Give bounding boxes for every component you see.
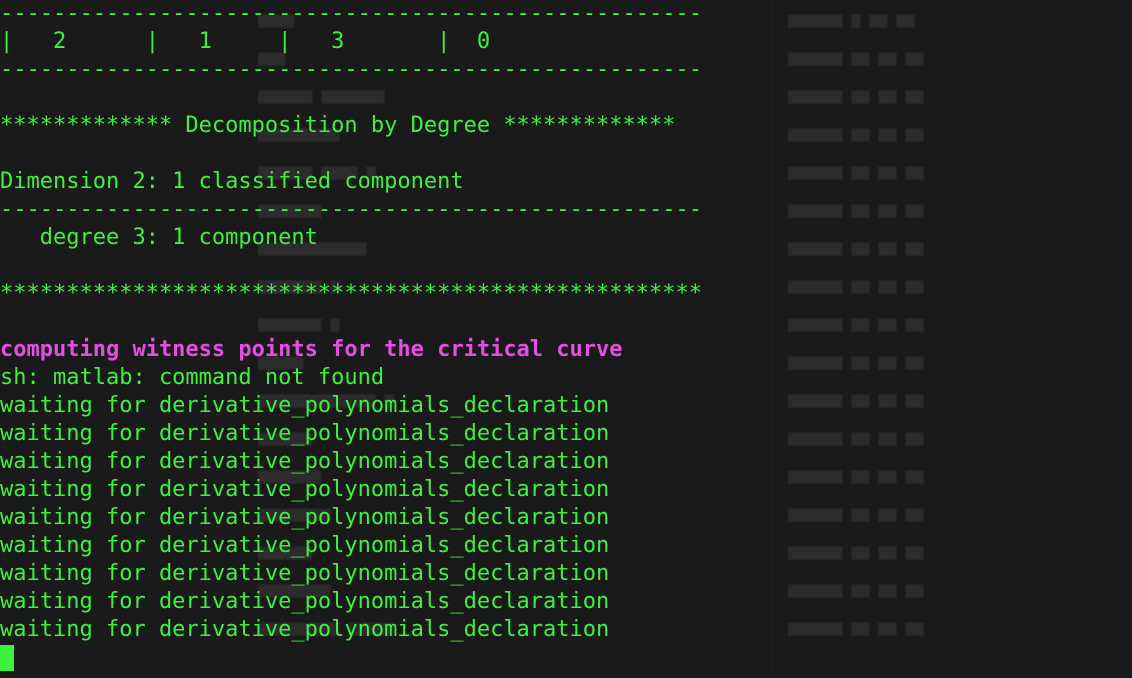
text-cursor[interactable] <box>0 645 14 671</box>
terminal-window[interactable]: ▆▆▆▆ ▆▆▆ ▆▆▆▆▆▆ ▆▆▆▆▆▆▆ ▆▆▆▆▆▆▆▆▆ ▆▆▆▆▆▆ ▆▆▆… <box>0 0 1132 678</box>
waiting-line: waiting for derivative_polynomials_decla… <box>0 561 610 586</box>
asterisk-separator: ****************************************… <box>0 281 702 306</box>
separator-line: ----------------------------------------… <box>0 197 702 222</box>
waiting-line: waiting for derivative_polynomials_decla… <box>0 421 610 446</box>
background-window-divider <box>772 0 773 678</box>
waiting-line: waiting for derivative_polynomials_decla… <box>0 477 610 502</box>
waiting-line: waiting for derivative_polynomials_decla… <box>0 533 610 558</box>
degree-line: degree 3: 1 component <box>0 225 318 250</box>
waiting-line: waiting for derivative_polynomials_decla… <box>0 505 610 530</box>
error-message: sh: matlab: command not found <box>0 365 385 390</box>
waiting-line: waiting for derivative_polynomials_decla… <box>0 617 610 642</box>
waiting-line: waiting for derivative_polynomials_decla… <box>0 589 610 614</box>
waiting-line: waiting for derivative_polynomials_decla… <box>0 393 610 418</box>
background-window-dates: ▆▆▆▆▆▆ ▆ ▆▆ ▆▆ ▆▆▆▆▆▆ ▆▆ ▆▆ ▆▆ ▆▆▆▆▆▆ ▆▆ ▆… <box>788 10 924 636</box>
waiting-line: waiting for derivative_polynomials_decla… <box>0 449 610 474</box>
table-row: | 2 | 1 | 3 | 0 <box>0 29 491 54</box>
separator-line: ----------------------------------------… <box>0 57 702 82</box>
section-header: ************* Decomposition by Degree **… <box>0 113 676 138</box>
separator-line: ----------------------------------------… <box>0 1 702 26</box>
status-message: computing witness points for the critica… <box>0 337 623 362</box>
dimension-line: Dimension 2: 1 classified component <box>0 169 464 194</box>
